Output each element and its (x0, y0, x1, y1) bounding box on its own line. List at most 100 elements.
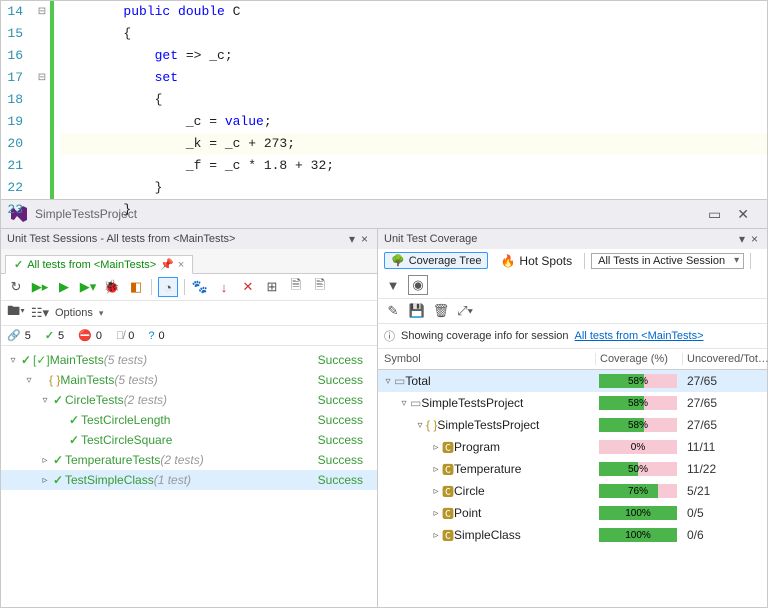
class-icon: 🅲 (442, 439, 454, 456)
chevron-icon[interactable]: ▿ (39, 395, 51, 406)
test-stats: 🔗5 ✓5 ⛔0 👁̸0 ?0 (1, 326, 377, 346)
line-number-gutter: 14151617181920212223 (1, 1, 33, 199)
coverage-gutter (50, 1, 54, 199)
chevron-icon[interactable]: ▹ (430, 530, 442, 541)
group-icon[interactable]: 🖿▾ (7, 304, 25, 322)
check-icon: ✓ (14, 258, 23, 271)
symbol-label: Temperature (454, 462, 521, 476)
chevron-icon[interactable]: ▹ (430, 442, 442, 453)
session-select[interactable]: All Tests in Active Session (591, 253, 744, 269)
test-meta: (1 test) (154, 473, 191, 487)
chevron-icon[interactable]: ▿ (7, 355, 19, 366)
test-tree-row[interactable]: ▿✓[✓] MainTests (5 tests)Success (1, 350, 377, 370)
coverage-tree-chip[interactable]: 🌳 Coverage Tree (384, 252, 488, 269)
col-coverage[interactable]: Coverage (%) (596, 353, 683, 365)
export-icon[interactable]: 🖹 (311, 278, 329, 296)
sync-icon[interactable]: ◉ (408, 275, 428, 295)
chevron-icon[interactable]: ▹ (39, 455, 51, 466)
fold-gutter[interactable]: ⊟⊟ (34, 1, 50, 199)
test-label: MainTests (60, 373, 114, 387)
pin-icon[interactable]: 📌 (160, 258, 174, 271)
test-tree-row[interactable]: ✓ TestCircleSquareSuccess (1, 430, 377, 450)
tab-close-icon[interactable]: × (178, 259, 184, 271)
sessions-panel-title: Unit Test Sessions - All tests from <Mai… (1, 229, 377, 249)
stat-unknown: 0 (159, 330, 165, 342)
layout-icon[interactable]: ☷▾ (31, 304, 49, 322)
chevron-icon[interactable]: ▿ (23, 375, 35, 386)
remove-icon[interactable]: ✕ (239, 278, 257, 296)
test-tree-row[interactable]: ▹✓ TemperatureTests (2 tests)Success (1, 450, 377, 470)
coverage-row[interactable]: ▿ ▭ SimpleTestsProject58%27/65 (378, 392, 767, 414)
ignored-icon: 👁̸ (116, 330, 124, 342)
coverage-row[interactable]: ▹ 🅲 Point100%0/5 (378, 502, 767, 524)
namespace-icon: { } (426, 418, 437, 432)
save-snapshot-icon[interactable]: 💾 (408, 302, 426, 320)
info-session-link[interactable]: All tests from <MainTests> (575, 330, 704, 342)
test-label: CircleTests (65, 393, 124, 407)
coverage-row[interactable]: ▹ 🅲 Temperature50%11/22 (378, 458, 767, 480)
hotspots-label: Hot Spots (519, 254, 572, 268)
test-label: TestCircleLength (81, 413, 170, 427)
chevron-icon[interactable]: ▿ (398, 398, 410, 409)
test-tree-row[interactable]: ▿{ } MainTests (5 tests)Success (1, 370, 377, 390)
coverage-row[interactable]: ▹ 🅲 SimpleClass100%0/6 (378, 524, 767, 546)
test-tree[interactable]: ▿✓[✓] MainTests (5 tests)Success▿{ } Mai… (1, 346, 377, 607)
code-editor[interactable]: 14151617181920212223 ⊟⊟ public double C … (0, 0, 768, 200)
coverage-toolbar-2: ✎ 💾 🗑 ⤢▾ (378, 299, 767, 324)
chevron-icon[interactable]: ▿ (414, 420, 426, 431)
status-icon: ✓ (67, 433, 81, 447)
close-panel-icon[interactable]: × (748, 232, 761, 246)
stat-runnable: 5 (25, 330, 31, 342)
test-label: TemperatureTests (65, 453, 160, 467)
run-all-icon[interactable]: ▶▸ (31, 278, 49, 296)
stop-icon[interactable]: ↓ (215, 278, 233, 296)
test-tree-row[interactable]: ✓ TestCircleLengthSuccess (1, 410, 377, 430)
expand-icon[interactable]: ⤢▾ (456, 302, 474, 320)
uncovered-label: 27/65 (683, 396, 767, 410)
col-uncovered[interactable]: Uncovered/Tot… (683, 353, 767, 365)
delete-icon[interactable]: 🗑 (432, 302, 450, 320)
code-area[interactable]: public double C { get => _c; set { _c = … (61, 1, 767, 221)
coverage-row[interactable]: ▹ 🅲 Circle76%5/21 (378, 480, 767, 502)
test-status: Success (318, 373, 371, 387)
coverage-toolbar-1: 🌳 Coverage Tree 🔥 Hot Spots All Tests in… (378, 249, 767, 299)
dropdown-icon[interactable]: ▾ (346, 232, 358, 246)
test-meta: (5 tests) (114, 373, 157, 387)
profile-icon[interactable]: ◔ (158, 277, 178, 297)
stat-passed: 5 (58, 330, 64, 342)
coverage-bar: 100% (599, 528, 677, 542)
coverage-icon[interactable]: ◧ (127, 278, 145, 296)
test-tree-row[interactable]: ▿✓ CircleTests (2 tests)Success (1, 390, 377, 410)
test-tree-row[interactable]: ▹✓ TestSimpleClass (1 test)Success (1, 470, 377, 490)
coverage-row[interactable]: ▿ { } SimpleTestsProject58%27/65 (378, 414, 767, 436)
chevron-icon[interactable]: ▹ (430, 486, 442, 497)
test-status: Success (318, 453, 371, 467)
chevron-icon[interactable]: ▹ (430, 508, 442, 519)
coverage-tree[interactable]: ▿ ▭ Total58%27/65▿ ▭ SimpleTestsProject5… (378, 370, 767, 607)
session-tab[interactable]: ✓ All tests from <MainTests> 📌 × (5, 255, 193, 274)
dropdown-icon[interactable]: ▾ (736, 232, 748, 246)
refresh-icon[interactable]: ↻ (7, 278, 25, 296)
new-session-icon[interactable]: ⊞ (263, 278, 281, 296)
save-icon[interactable]: 🗎 (287, 278, 305, 296)
run-menu-icon[interactable]: ▶▾ (79, 278, 97, 296)
options-dropdown[interactable]: Options (55, 307, 93, 319)
stat-ignored: 0 (128, 330, 134, 342)
chevron-icon[interactable]: ▿ (382, 376, 394, 387)
debug-icon[interactable]: 🐞 (103, 278, 121, 296)
close-panel-icon[interactable]: × (358, 232, 371, 246)
highlight-icon[interactable]: ✎ (384, 302, 402, 320)
hotspots-button[interactable]: 🔥 Hot Spots (494, 253, 578, 269)
sessions-toolbar-2: 🖿▾ ☷▾ Options ▾ (1, 301, 377, 326)
filter-icon[interactable]: ▼ (384, 276, 402, 294)
chevron-icon[interactable]: ▹ (39, 475, 51, 486)
col-symbol[interactable]: Symbol (378, 353, 596, 365)
uncovered-label: 27/65 (683, 374, 767, 388)
run-icon[interactable]: ▶ (55, 278, 73, 296)
uncovered-label: 11/11 (683, 440, 767, 454)
chevron-icon[interactable]: ▹ (430, 464, 442, 475)
coverage-row[interactable]: ▿ ▭ Total58%27/65 (378, 370, 767, 392)
coverage-row[interactable]: ▹ 🅲 Program0%11/11 (378, 436, 767, 458)
test-meta: (2 tests) (124, 393, 167, 407)
track-icon[interactable]: 🐾 (191, 278, 209, 296)
